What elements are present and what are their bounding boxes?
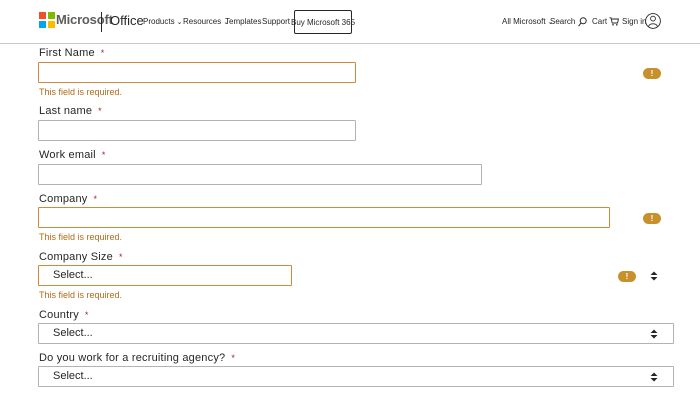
nav-products[interactable]: Products ⌄ — [143, 17, 182, 26]
required-mark: * — [93, 194, 98, 204]
required-mark: * — [231, 353, 236, 363]
search-label: Search — [550, 17, 576, 27]
first-name-label-text: First Name — [39, 47, 95, 59]
sort-arrows-icon[interactable] — [650, 271, 658, 281]
last-name-input[interactable] — [38, 120, 356, 141]
nav-products-label: Products — [143, 17, 175, 26]
work-email-label: Work email * — [39, 149, 106, 161]
sort-arrows-icon — [650, 372, 658, 382]
company-label-text: Company — [39, 193, 88, 205]
product-name[interactable]: Office — [110, 13, 144, 28]
warning-icon: ! — [643, 213, 661, 224]
all-microsoft-menu[interactable]: All Microsoft ⌄ — [502, 17, 553, 26]
microsoft-logo-icon[interactable] — [39, 12, 55, 28]
recruiting-agency-select[interactable]: Select... — [38, 366, 674, 387]
account-avatar-icon[interactable] — [645, 10, 661, 32]
warning-icon: ! — [618, 271, 636, 282]
cart-button[interactable]: Cart — [592, 17, 620, 26]
recruiting-agency-label-text: Do you work for a recruiting agency? — [39, 352, 226, 364]
buy-microsoft-365-button[interactable]: Buy Microsoft 365 — [291, 10, 355, 34]
sort-arrows-icon — [650, 329, 658, 339]
brand-divider — [101, 12, 102, 32]
site-header: Microsoft Office Products ⌄ Resources ⌄ Te… — [0, 0, 700, 44]
first-name-error: This field is required. — [39, 87, 123, 97]
search-icon — [577, 17, 587, 27]
sign-in-link[interactable]: Sign in — [622, 17, 646, 26]
company-error: This field is required. — [39, 232, 123, 242]
required-mark: * — [98, 106, 102, 116]
last-name-label-text: Last name — [39, 105, 93, 117]
work-email-input[interactable] — [38, 164, 482, 185]
last-name-label: Last name * — [39, 105, 102, 117]
first-name-input[interactable] — [38, 62, 356, 83]
required-mark: * — [100, 48, 105, 58]
country-value: Select... — [53, 327, 93, 339]
required-mark: * — [101, 150, 106, 160]
nav-templates[interactable]: Templates — [225, 17, 261, 26]
recruiting-agency-value: Select... — [53, 370, 93, 382]
search-button[interactable]: Search — [550, 17, 587, 27]
recruiting-agency-label: Do you work for a recruiting agency? * — [39, 352, 235, 364]
company-size-label: Company Size * — [39, 251, 123, 263]
company-label: Company * — [39, 193, 97, 205]
warning-icon: ! — [643, 68, 661, 79]
company-input[interactable] — [38, 207, 610, 228]
cart-icon — [609, 17, 620, 26]
company-size-select[interactable]: Select... — [38, 265, 292, 286]
required-mark: * — [118, 252, 123, 262]
company-size-label-text: Company Size — [39, 251, 113, 263]
country-label: Country * — [39, 309, 89, 321]
chevron-down-icon: ⌄ — [176, 19, 183, 26]
nav-support[interactable]: Support — [262, 17, 290, 26]
country-select[interactable]: Select... — [38, 323, 674, 344]
required-mark: * — [84, 310, 89, 320]
all-microsoft-label: All Microsoft — [502, 17, 546, 26]
brand-name[interactable]: Microsoft — [56, 12, 113, 27]
cart-label: Cart — [592, 17, 608, 26]
work-email-label-text: Work email — [39, 149, 96, 161]
country-label-text: Country — [39, 309, 79, 321]
first-name-label: First Name * — [39, 47, 104, 59]
nav-resources-label: Resources — [183, 17, 222, 26]
nav-resources[interactable]: Resources ⌄ — [183, 17, 229, 26]
company-size-value: Select... — [53, 269, 93, 281]
company-size-error: This field is required. — [39, 290, 123, 300]
